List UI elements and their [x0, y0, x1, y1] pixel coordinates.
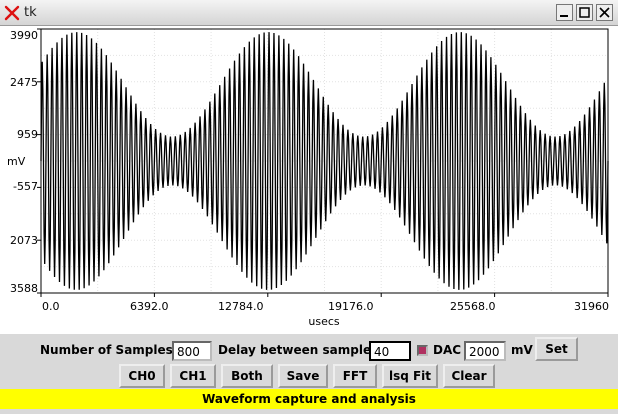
- x-axis-unit-label: usecs: [308, 315, 340, 328]
- x-axis-tick-label: 6392.0: [130, 300, 169, 313]
- save-button[interactable]: Save: [278, 364, 328, 388]
- set-button[interactable]: Set: [535, 337, 578, 361]
- dac-checkbox[interactable]: [417, 345, 428, 356]
- window-title: tk: [24, 5, 37, 20]
- x-axis-tick-label: 12784.0: [218, 300, 264, 313]
- dac-input[interactable]: 2000: [464, 341, 506, 361]
- y-axis-tick-label: 2073: [10, 234, 38, 247]
- y-axis-tick-label: 3990: [10, 29, 38, 42]
- delay-label: Delay between samples=: [218, 343, 389, 357]
- delay-input[interactable]: 40: [369, 341, 411, 361]
- ch1-button[interactable]: CH1: [170, 364, 216, 388]
- y-axis-tick-label: 2475: [10, 76, 38, 89]
- minimize-icon: [560, 15, 568, 17]
- ch0-button[interactable]: CH0: [119, 364, 165, 388]
- samples-label: Number of Samples =: [40, 343, 188, 357]
- both-button[interactable]: Both: [221, 364, 273, 388]
- close-icon: [599, 7, 610, 18]
- tk-logo-icon: [4, 5, 20, 21]
- y-axis-tick-label: 3588: [10, 282, 38, 295]
- x-axis-tick-label: 19176.0: [328, 300, 374, 313]
- x-axis-tick-label: 25568.0: [450, 300, 496, 313]
- minimize-button[interactable]: [556, 4, 573, 21]
- dac-unit-label: mV: [511, 343, 533, 357]
- maximize-icon: [579, 7, 590, 18]
- clear-button[interactable]: Clear: [443, 364, 495, 388]
- title-bar: tk: [0, 0, 618, 26]
- waveform-chart: 3990 2475 959 mV -557 2073 3588 0.0 6392…: [7, 28, 609, 328]
- dac-label: DAC: [433, 343, 462, 357]
- x-axis-tick-label: 0.0: [42, 300, 60, 313]
- y-axis-tick-label: 959: [17, 128, 38, 141]
- lsq-fit-button[interactable]: lsq Fit: [382, 364, 438, 388]
- waveform-plot[interactable]: 3990 2475 959 mV -557 2073 3588 0.0 6392…: [0, 26, 618, 334]
- y-axis-unit-label: mV: [7, 155, 26, 168]
- samples-input[interactable]: 800: [172, 341, 212, 361]
- fft-button[interactable]: FFT: [333, 364, 377, 388]
- maximize-button[interactable]: [576, 4, 593, 21]
- x-axis-tick-label: 31960: [574, 300, 609, 313]
- close-button[interactable]: [596, 4, 613, 21]
- y-axis-tick-label: -557: [13, 180, 38, 193]
- status-bar: Waveform capture and analysis: [0, 389, 618, 409]
